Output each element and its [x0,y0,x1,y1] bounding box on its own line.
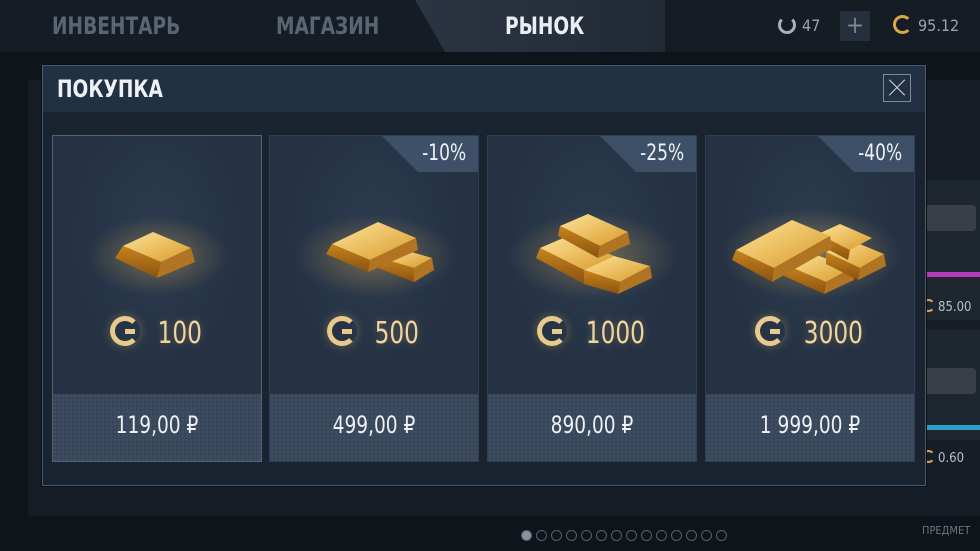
rarity-stripe [918,425,980,430]
page-dot[interactable] [551,530,562,541]
gold-amount: 1000 [488,315,698,356]
gold-amount-value: 3000 [803,316,863,351]
gold-pack-card-100[interactable]: 100 119,00 ₽ [52,135,262,462]
page-dot[interactable] [521,530,532,541]
buy-price-button[interactable]: 1 999,00 ₽ [706,394,914,461]
page-dot[interactable] [716,530,727,541]
purchase-dialog: ПОКУПКА 100 119,00 ₽ -10% 500 499,00 ₽ -… [42,65,926,486]
market-item-price: 0.60 [922,450,965,466]
price-label: 499,00 ₽ [332,411,416,439]
page-dot[interactable] [641,530,652,541]
discount-label: -25% [640,141,684,166]
market-item-price: 85.00 [922,299,972,315]
market-item-price-value: 0.60 [938,451,965,466]
page-dot[interactable] [596,530,607,541]
buy-price-button[interactable]: 499,00 ₽ [270,394,478,461]
dialog-title: ПОКУПКА [57,75,163,103]
gold-amount: 500 [270,315,480,356]
gold-pack-card-3000[interactable]: -40% 3000 1 999,00 ₽ [705,135,915,462]
page-dot[interactable] [671,530,682,541]
top-navigation-bar: ИНВЕНТАРЬ МАГАЗИН РЫНОК 47 + 95.12 [0,0,980,52]
gold-currency-icon [327,315,358,346]
gold-currency-icon [110,315,141,346]
buy-price-button[interactable]: 890,00 ₽ [488,394,696,461]
gold-amount: 3000 [706,315,916,356]
gold-bars-icon [295,214,455,298]
gold-amount-value: 1000 [585,316,645,351]
rarity-stripe [918,272,980,277]
discount-label: -10% [422,141,466,166]
price-label: 890,00 ₽ [550,411,634,439]
tab-shop[interactable]: МАГАЗИН [276,0,379,52]
gold-pack-card-500[interactable]: -10% 500 499,00 ₽ [269,135,479,462]
dialog-header: ПОКУПКА [43,66,925,112]
gold-value: 95.12 [918,16,960,35]
gold-balance: 95.12 [893,10,959,42]
gold-stack-icon [508,212,678,300]
coin-icon [778,15,796,34]
gold-icon [893,15,912,34]
page-dot[interactable] [611,530,622,541]
page-dot[interactable] [656,530,667,541]
page-dot[interactable] [686,530,697,541]
tab-market[interactable]: РЫНОК [505,0,584,52]
page-dot[interactable] [626,530,637,541]
coins-balance: 47 [778,10,820,42]
page-dot[interactable] [566,530,577,541]
buy-price-button[interactable]: 119,00 ₽ [53,394,261,461]
coins-value: 47 [802,16,821,35]
gold-currency-icon [536,315,567,346]
page-dot[interactable] [581,530,592,541]
footer-label: ПРЕДМЕТ [922,524,971,537]
close-button[interactable] [883,74,911,102]
discount-label: -40% [858,141,902,166]
page-indicator[interactable] [521,526,731,541]
add-currency-button[interactable]: + [840,11,870,41]
gold-pile-icon [721,208,901,300]
gold-amount-value: 500 [374,316,420,351]
gold-pack-card-1000[interactable]: -25% 1000 890,00 ₽ [487,135,697,462]
weapon-thumbnail [924,205,976,231]
gold-bar-icon [88,216,228,296]
price-label: 1 999,00 ₽ [759,411,861,439]
price-label: 119,00 ₽ [115,411,199,439]
page-dot[interactable] [536,530,547,541]
gold-amount-value: 100 [157,316,203,351]
tab-inventory[interactable]: ИНВЕНТАРЬ [52,0,180,52]
market-item-price-value: 85.00 [938,300,972,315]
gold-amount: 100 [53,315,263,356]
page-dot[interactable] [701,530,712,541]
weapon-thumbnail [924,368,976,394]
gold-currency-icon [754,315,785,346]
